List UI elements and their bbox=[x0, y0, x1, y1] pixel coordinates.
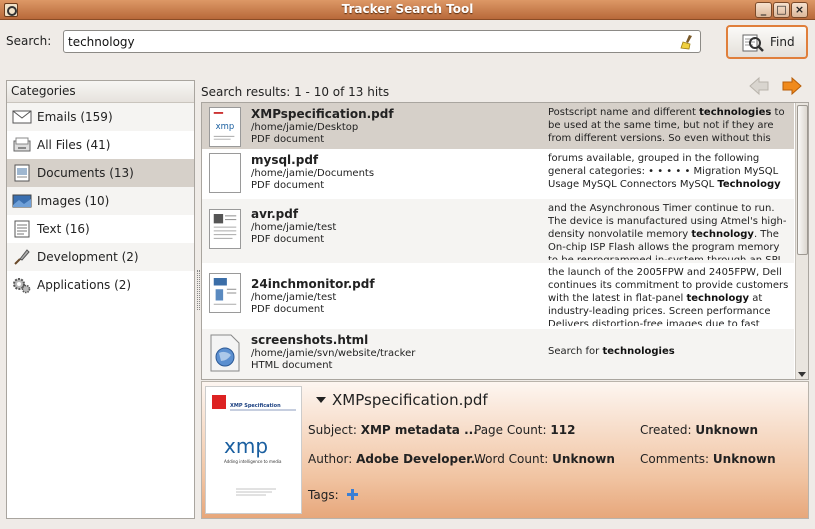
text-icon bbox=[14, 220, 30, 238]
maximize-button[interactable]: □ bbox=[773, 2, 790, 18]
next-page-icon[interactable] bbox=[781, 76, 803, 96]
category-images[interactable]: Images (10) bbox=[7, 187, 194, 215]
category-applications[interactable]: Applications (2) bbox=[7, 271, 194, 299]
tags-label: Tags: bbox=[308, 488, 339, 502]
minimize-button[interactable]: _ bbox=[755, 2, 772, 18]
result-name: avr.pdf bbox=[251, 207, 299, 221]
details-panel: XMP Specification xmp Adding intelligenc… bbox=[201, 381, 809, 519]
find-icon bbox=[742, 34, 764, 52]
result-name: mysql.pdf bbox=[251, 153, 319, 167]
preview-heading: XMP Specification bbox=[230, 403, 281, 409]
category-documents[interactable]: Documents (13) bbox=[7, 159, 194, 187]
categories-header[interactable]: Categories bbox=[7, 81, 194, 103]
result-snippet: Postscript name and different technologi… bbox=[548, 107, 785, 144]
result-path: /home/jamie/Documents bbox=[251, 168, 375, 179]
category-label: Documents (13) bbox=[37, 166, 134, 180]
pane-resize-handle[interactable] bbox=[197, 270, 200, 310]
result-type: PDF document bbox=[251, 234, 325, 245]
created-field: Created: Unknown bbox=[640, 423, 759, 437]
result-row[interactable]: avr.pdf /home/jamie/test PDF document an… bbox=[202, 199, 794, 263]
category-label: Text (16) bbox=[37, 222, 90, 236]
category-label: Emails (159) bbox=[37, 110, 113, 124]
close-button[interactable]: × bbox=[791, 2, 808, 18]
files-icon bbox=[13, 137, 31, 152]
comments-field: Comments: Unknown bbox=[640, 452, 776, 466]
adobe-logo-icon bbox=[212, 395, 226, 409]
find-button-label: Find bbox=[770, 35, 795, 49]
result-type: HTML document bbox=[251, 360, 333, 371]
result-type: PDF document bbox=[251, 134, 325, 145]
previous-page-icon[interactable] bbox=[748, 76, 770, 96]
email-icon bbox=[12, 110, 32, 124]
result-path: /home/jamie/Desktop bbox=[251, 122, 359, 133]
development-icon bbox=[14, 249, 30, 265]
category-text[interactable]: Text (16) bbox=[7, 215, 194, 243]
applications-icon bbox=[13, 278, 31, 294]
document-icon bbox=[14, 164, 30, 182]
html-document-icon bbox=[210, 334, 240, 372]
author-field: Author: Adobe Developer... bbox=[308, 452, 485, 466]
result-path: /home/jamie/test bbox=[251, 292, 337, 303]
result-name: 24inchmonitor.pdf bbox=[251, 277, 375, 291]
search-box[interactable] bbox=[63, 30, 701, 53]
category-label: Development (2) bbox=[37, 250, 139, 264]
result-snippet: and the Asynchronous Timer continue to r… bbox=[548, 203, 787, 260]
search-label: Search: bbox=[6, 34, 52, 48]
pdf-thumbnail-icon bbox=[209, 209, 241, 249]
image-icon bbox=[12, 194, 32, 208]
result-snippet: Search for technologies bbox=[548, 346, 675, 357]
pdf-thumbnail-icon bbox=[209, 153, 241, 193]
result-snippet: forums available, grouped in the followi… bbox=[548, 153, 781, 190]
results-list[interactable]: xmp XMPspecification.pdf /home/jamie/Des… bbox=[201, 102, 809, 380]
window-title: Tracker Search Tool bbox=[341, 2, 474, 16]
result-name: XMPspecification.pdf bbox=[251, 107, 394, 121]
results-scrollbar[interactable] bbox=[795, 103, 808, 379]
clear-icon[interactable] bbox=[680, 34, 694, 50]
preview-image: XMP Specification xmp Adding intelligenc… bbox=[212, 395, 296, 496]
result-row[interactable]: mysql.pdf /home/jamie/Documents PDF docu… bbox=[202, 149, 794, 199]
page-count-field: Page Count: 112 bbox=[474, 423, 576, 437]
preview-tagline: Adding intelligence to media bbox=[224, 459, 282, 464]
search-results-count: Search results: 1 - 10 of 13 hits bbox=[201, 85, 390, 99]
word-count-field: Word Count: Unknown bbox=[474, 452, 615, 466]
result-snippet: the launch of the 2005FPW and 2405FPW, D… bbox=[548, 267, 789, 326]
result-name: screenshots.html bbox=[251, 333, 369, 347]
document-preview: XMP Specification xmp Adding intelligenc… bbox=[205, 386, 302, 514]
result-type: PDF document bbox=[251, 180, 325, 191]
details-title: XMPspecification.pdf bbox=[332, 391, 488, 409]
category-label: Applications (2) bbox=[37, 278, 132, 292]
xmp-logo: xmp bbox=[224, 434, 268, 458]
pdf-thumbnail-icon: xmp bbox=[209, 107, 241, 147]
result-row[interactable]: 24inchmonitor.pdf /home/jamie/test PDF d… bbox=[202, 263, 794, 329]
add-tag-icon[interactable] bbox=[346, 488, 359, 501]
subject-field: Subject: XMP metadata ... bbox=[308, 423, 478, 437]
result-type: PDF document bbox=[251, 304, 325, 315]
search-input[interactable] bbox=[68, 34, 668, 50]
scrollbar-thumb[interactable] bbox=[797, 105, 808, 255]
title-bar: Tracker Search Tool _ □ × bbox=[0, 0, 815, 20]
category-development[interactable]: Development (2) bbox=[7, 243, 194, 271]
svg-text:xmp: xmp bbox=[216, 121, 235, 131]
find-button[interactable]: Find bbox=[726, 25, 808, 59]
category-label: Images (10) bbox=[37, 194, 110, 208]
result-row[interactable]: xmp XMPspecification.pdf /home/jamie/Des… bbox=[202, 103, 794, 149]
result-path: /home/jamie/test bbox=[251, 222, 337, 233]
category-all-files[interactable]: All Files (41) bbox=[7, 131, 194, 159]
scroll-down-icon[interactable] bbox=[798, 372, 806, 377]
expander-arrow-icon[interactable] bbox=[316, 397, 326, 403]
result-row[interactable]: screenshots.html /home/jamie/svn/website… bbox=[202, 329, 794, 379]
categories-panel: Categories Emails (159) All Files (41) D… bbox=[6, 80, 195, 519]
pdf-thumbnail-icon bbox=[209, 273, 241, 313]
result-path: /home/jamie/svn/website/tracker bbox=[251, 348, 416, 359]
category-label: All Files (41) bbox=[37, 138, 111, 152]
category-emails[interactable]: Emails (159) bbox=[7, 103, 194, 131]
